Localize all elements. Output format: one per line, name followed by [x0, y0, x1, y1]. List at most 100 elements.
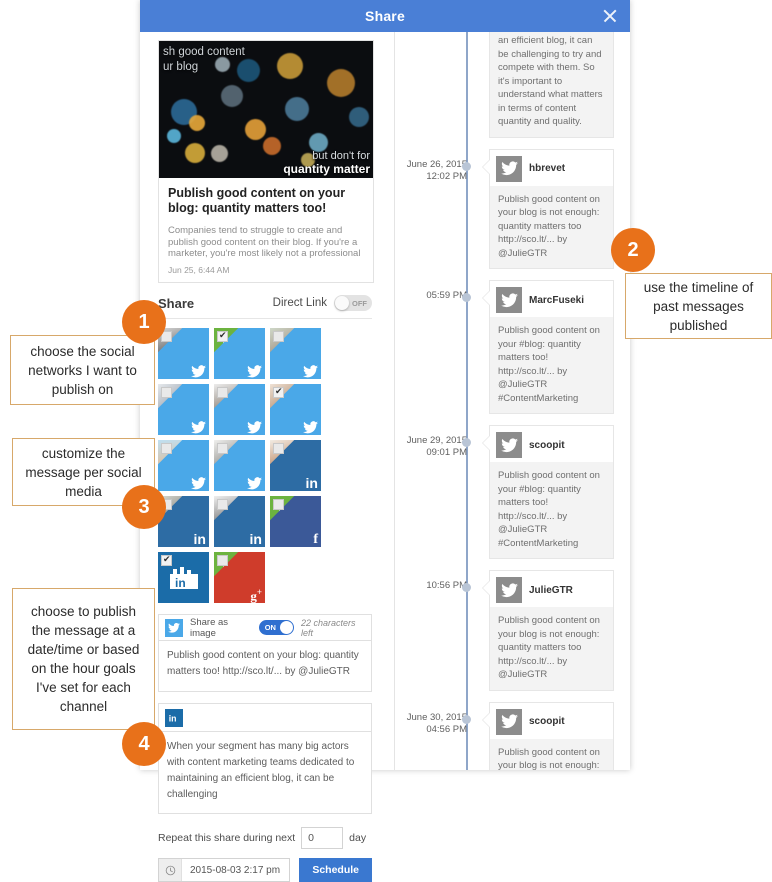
account-checkbox[interactable]: [217, 387, 228, 398]
social-account-tile[interactable]: in: [214, 496, 265, 547]
timeline-dot: [462, 438, 471, 447]
repeat-share-row: Repeat this share during next 0 day: [158, 827, 372, 849]
timeline-item: June 29, 2015 09:01 PM scoopit Publish good…: [403, 425, 630, 559]
twitter-badge-icon: [247, 365, 262, 378]
timeline-username: scoopit: [529, 716, 565, 727]
social-account-tile[interactable]: [270, 328, 321, 379]
timeline-message-text: Publish good content on your blog is not…: [490, 738, 613, 770]
annotation-badge-3: 3: [122, 485, 166, 529]
share-label: Share: [158, 295, 195, 311]
share-panel: sh good content ur blog but don't for qu…: [140, 32, 388, 882]
social-account-tile[interactable]: in: [158, 552, 209, 603]
twitter-composer-header: Share as image ON 22 characters left: [158, 614, 372, 640]
social-account-tile[interactable]: [214, 328, 265, 379]
schedule-row: 2015-08-03 2:17 pm Schedule: [158, 858, 372, 882]
timeline-date-time: 05:59 PM: [426, 290, 467, 301]
repeat-days-input[interactable]: 0: [301, 827, 344, 849]
social-account-tile[interactable]: [158, 328, 209, 379]
timeline-date: June 26, 2015 12:02 PM: [403, 149, 467, 270]
twitter-message-input[interactable]: Publish good content on your blog: quant…: [158, 640, 372, 692]
social-account-tile[interactable]: [158, 440, 209, 491]
timeline-card[interactable]: hbrevet Publish good content on your blog…: [482, 148, 614, 269]
annotation-text-4: choose to publish the message at a date/…: [27, 604, 140, 714]
twitter-avatar-icon: [496, 708, 522, 735]
timeline-card[interactable]: JulieGTR Publish good content on your blo…: [482, 570, 614, 691]
account-checkbox[interactable]: [161, 554, 172, 566]
schedule-date-field[interactable]: 2015-08-03 2:17 pm: [158, 858, 291, 882]
account-checkbox[interactable]: [217, 330, 228, 342]
account-checkbox[interactable]: [217, 443, 228, 454]
direct-link-toggle[interactable]: OFF: [334, 295, 372, 311]
timeline-card-header: MarcFuseki: [490, 281, 613, 317]
timeline-username: JulieGTR: [529, 584, 573, 596]
schedule-button[interactable]: Schedule: [299, 858, 372, 882]
timeline-card[interactable]: scoopit Publish good content on your blog…: [482, 701, 614, 770]
linkedin-icon: in: [165, 708, 183, 727]
social-account-tile[interactable]: [214, 440, 265, 491]
social-account-tile[interactable]: f: [270, 496, 321, 547]
direct-link-state: OFF: [352, 298, 367, 308]
linkedin-badge-icon: in: [249, 531, 262, 547]
twitter-badge-icon: [191, 421, 206, 434]
timeline-card[interactable]: When your segment has many big actors wi…: [489, 32, 614, 138]
twitter-badge-icon: [303, 365, 318, 378]
timeline-username: MarcFuseki: [529, 294, 585, 306]
linkedin-message-input[interactable]: When your segment has many big actors wi…: [158, 731, 372, 814]
timeline-username: scoopit: [529, 439, 565, 451]
timeline-date: [403, 32, 467, 138]
account-checkbox[interactable]: [273, 386, 284, 398]
timeline-date: 10:56 PM: [403, 570, 467, 691]
repeat-label: Repeat this share during next: [158, 832, 296, 844]
close-icon[interactable]: [602, 8, 618, 24]
account-checkbox[interactable]: [161, 387, 172, 398]
account-checkbox[interactable]: [217, 555, 228, 566]
timeline-date-day: June 26, 2015: [406, 158, 467, 170]
social-account-tile[interactable]: [270, 384, 321, 435]
social-account-tile[interactable]: g+: [214, 552, 265, 603]
account-checkbox[interactable]: [273, 499, 284, 510]
annotation-badge-4: 4: [122, 722, 166, 766]
share-as-image-state: ON: [264, 623, 276, 632]
timeline-card[interactable]: scoopit Publish good content on your #blo…: [482, 425, 614, 559]
linkedin-badge-icon: in: [305, 475, 318, 491]
timeline-message-text: Publish good content on your #blog: quan…: [490, 462, 613, 558]
hero-headline: quantity matter: [283, 162, 370, 176]
annotation-badge-2: 2: [611, 228, 655, 272]
google-plus-badge-icon: g+: [250, 586, 262, 603]
social-account-tile[interactable]: [214, 384, 265, 435]
linkedin-composer: in When your segment has many big actors…: [158, 703, 372, 814]
account-checkbox[interactable]: [273, 443, 284, 454]
timeline-card-header: scoopit: [490, 703, 613, 739]
timeline-item: 05:59 PM MarcFuseki Publish good content o…: [403, 280, 630, 414]
hero-top-text: sh good content ur blog: [163, 45, 245, 75]
timeline-item: June 30, 2015 04:56 PM scoopit Publish good…: [403, 701, 630, 770]
twitter-avatar-icon: [496, 432, 522, 458]
article-title: Publish good content on your blog: quant…: [168, 186, 346, 215]
account-checkbox[interactable]: [217, 499, 228, 510]
account-checkbox[interactable]: [161, 443, 172, 454]
account-checkbox[interactable]: [273, 331, 284, 342]
timeline-card[interactable]: MarcFuseki Publish good content on your #…: [482, 280, 614, 414]
social-account-tile[interactable]: in: [270, 440, 321, 491]
timeline-username: hbrevet: [529, 163, 566, 174]
timeline-message-text: Publish good content on your blog is not…: [490, 185, 613, 268]
page-title: Share: [365, 8, 405, 24]
toggle-knob: [279, 621, 293, 634]
social-account-grid: in in in f in g+: [158, 328, 372, 603]
article-hero-image: sh good content ur blog but don't for qu…: [159, 41, 373, 178]
svg-text:in: in: [169, 713, 177, 723]
timeline-date-time: 09:01 PM: [426, 447, 467, 458]
timeline-list: When your segment has many big actors wi…: [403, 32, 630, 770]
twitter-avatar-icon: [496, 287, 522, 313]
timeline-date-time: 04:56 PM: [426, 723, 467, 735]
share-section-header: Share Direct Link OFF: [158, 295, 372, 319]
share-as-image-toggle[interactable]: ON: [258, 620, 294, 635]
social-account-tile[interactable]: [158, 384, 209, 435]
twitter-avatar-icon: [496, 577, 522, 603]
hero-bottom-text: but don't for quantity matter: [283, 150, 373, 176]
timeline-message-text: Publish good content on your #blog: quan…: [490, 317, 613, 413]
twitter-badge-icon: [303, 421, 318, 434]
past-messages-timeline[interactable]: When your segment has many big actors wi…: [395, 32, 630, 770]
timeline-date-day: June 29, 2015: [406, 435, 467, 446]
twitter-badge-icon: [191, 365, 206, 378]
